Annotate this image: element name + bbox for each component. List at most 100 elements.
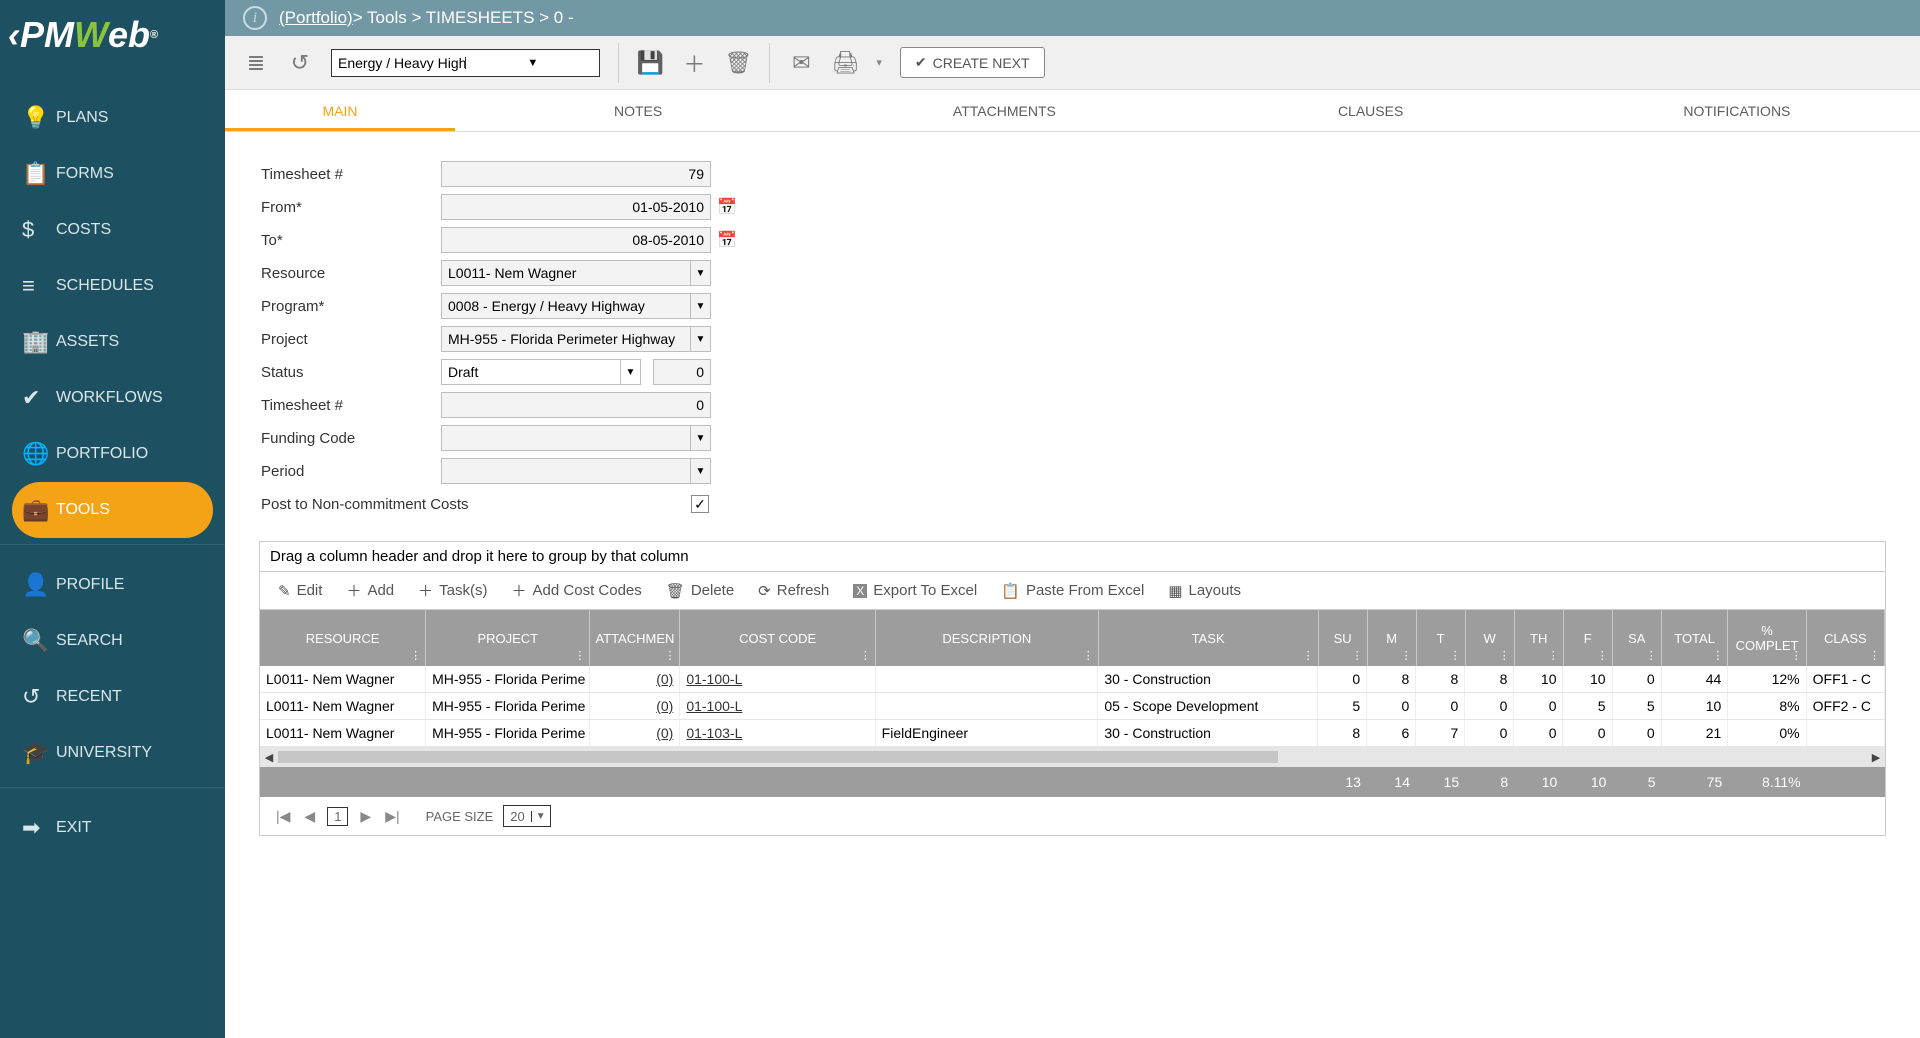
edit-button[interactable]: ✎Edit xyxy=(278,580,322,601)
sidebar-item-university[interactable]: 🎓UNIVERSITY xyxy=(0,725,225,781)
col-sa[interactable]: SA⋮ xyxy=(1613,610,1662,666)
sidebar-item-tools[interactable]: 💼TOOLS xyxy=(12,482,213,538)
col-class[interactable]: CLASS⋮ xyxy=(1807,610,1885,666)
sidebar-item-costs[interactable]: $COSTS xyxy=(0,202,225,258)
timesheet-number-input[interactable] xyxy=(441,161,711,187)
sidebar-item-assets[interactable]: 🏢ASSETS xyxy=(0,314,225,370)
chevron-down-icon: ▼ xyxy=(690,294,710,318)
col-resource[interactable]: RESOURCE⋮ xyxy=(260,610,426,666)
pager-first[interactable]: |◀ xyxy=(274,808,292,825)
col-w[interactable]: W⋮ xyxy=(1466,610,1515,666)
sidebar-item-schedules[interactable]: ≡SCHEDULES xyxy=(0,258,225,314)
resource-select[interactable]: L0011- Nem Wagner▼ xyxy=(441,260,711,286)
list-icon[interactable]: ≣ xyxy=(243,50,269,76)
status-select[interactable]: Draft▼ xyxy=(441,359,641,385)
table-row[interactable]: L0011- Nem WagnerMH-955 - Florida Perime… xyxy=(260,666,1885,693)
recent-icon: ↺ xyxy=(22,684,56,710)
col-th[interactable]: TH⋮ xyxy=(1515,610,1564,666)
col-project[interactable]: PROJECT⋮ xyxy=(426,610,590,666)
from-date-input[interactable] xyxy=(441,194,711,220)
tab-notifications[interactable]: NOTIFICATIONS xyxy=(1554,90,1920,131)
col-f[interactable]: F⋮ xyxy=(1564,610,1613,666)
col-m[interactable]: M⋮ xyxy=(1368,610,1417,666)
refresh-button[interactable]: ⟳Refresh xyxy=(758,580,829,601)
tab-attachments[interactable]: ATTACHMENTS xyxy=(821,90,1187,131)
plus-icon: ＋ xyxy=(346,580,361,601)
program-select[interactable]: 0008 - Energy / Heavy Highway▼ xyxy=(441,293,711,319)
pager-last[interactable]: ▶| xyxy=(383,808,401,825)
export-button[interactable]: XExport To Excel xyxy=(853,580,977,601)
col-costcode[interactable]: COST CODE⋮ xyxy=(680,610,875,666)
sidebar-item-forms[interactable]: 📋FORMS xyxy=(0,146,225,202)
search-icon: 🔍 xyxy=(22,628,56,654)
delete-button[interactable]: 🗑Delete xyxy=(666,580,734,601)
add-button[interactable]: ＋Add xyxy=(346,580,394,601)
project-select[interactable]: MH-955 - Florida Perimeter Highway▼ xyxy=(441,326,711,352)
scroll-right-icon[interactable]: ▶ xyxy=(1867,751,1885,764)
col-attachmen[interactable]: ATTACHMEN⋮ xyxy=(590,610,680,666)
sidebar-item-workflows[interactable]: ✔WORKFLOWS xyxy=(0,370,225,426)
add-costcodes-button[interactable]: ＋Add Cost Codes xyxy=(512,580,642,601)
tabs: MAINNOTESATTACHMENTSCLAUSESNOTIFICATIONS xyxy=(225,90,1920,132)
grid-toolbar: ✎Edit ＋Add ＋Task(s) ＋Add Cost Codes 🗑Del… xyxy=(260,572,1885,610)
pencil-icon: ✎ xyxy=(278,582,291,600)
col-description[interactable]: DESCRIPTION⋮ xyxy=(876,610,1099,666)
scroll-left-icon[interactable]: ◀ xyxy=(260,751,278,764)
university-icon: 🎓 xyxy=(22,740,56,766)
email-icon[interactable]: ✉ xyxy=(788,50,814,76)
post-checkbox[interactable]: ✓ xyxy=(691,495,709,513)
save-icon[interactable]: 💾 xyxy=(637,50,663,76)
timesheet-number2-input[interactable] xyxy=(441,392,711,418)
sidebar: ‹PMWeb® 💡PLANS📋FORMS$COSTS≡SCHEDULES🏢ASS… xyxy=(0,0,225,1038)
sidebar-item-profile[interactable]: 👤PROFILE xyxy=(0,557,225,613)
page-size-select[interactable]: 20▼ xyxy=(503,805,550,827)
calendar-icon[interactable]: 📅 xyxy=(717,230,737,250)
to-date-input[interactable] xyxy=(441,227,711,253)
sidebar-item-plans[interactable]: 💡PLANS xyxy=(0,90,225,146)
col-t[interactable]: T⋮ xyxy=(1417,610,1466,666)
chevron-down-icon: ▼ xyxy=(690,261,710,285)
sidebar-item-portfolio[interactable]: 🌐PORTFOLIO xyxy=(0,426,225,482)
print-chevron-icon[interactable]: ▾ xyxy=(876,56,882,69)
col-complet[interactable]: % COMPLET⋮ xyxy=(1728,610,1806,666)
sidebar-item-recent[interactable]: ↺RECENT xyxy=(0,669,225,725)
history-icon[interactable]: ↺ xyxy=(287,50,313,76)
tab-main[interactable]: MAIN xyxy=(225,90,455,131)
grid-hscroll[interactable]: ◀ ▶ xyxy=(260,747,1885,767)
chevron-down-icon: ▼ xyxy=(690,426,710,450)
print-icon[interactable]: 🖨 xyxy=(832,50,858,76)
assets-icon: 🏢 xyxy=(22,329,56,355)
create-next-button[interactable]: ✔CREATE NEXT xyxy=(900,47,1045,78)
layouts-button[interactable]: ▦Layouts xyxy=(1168,580,1241,601)
tasks-button[interactable]: ＋Task(s) xyxy=(418,580,487,601)
context-selector[interactable]: Energy / Heavy Highway-Florida Perin▼ xyxy=(331,49,600,77)
pager-prev[interactable]: ◀ xyxy=(302,808,317,825)
pager-next[interactable]: ▶ xyxy=(358,808,373,825)
funding-select[interactable]: ▼ xyxy=(441,425,711,451)
exit-icon: ➡ xyxy=(22,815,56,841)
table-row[interactable]: L0011- Nem WagnerMH-955 - Florida Perime… xyxy=(260,693,1885,720)
table-row[interactable]: L0011- Nem WagnerMH-955 - Florida Perime… xyxy=(260,720,1885,747)
col-task[interactable]: TASK⋮ xyxy=(1099,610,1319,666)
breadcrumb-portfolio[interactable]: (Portfolio) xyxy=(279,8,353,28)
sidebar-exit[interactable]: ➡EXIT xyxy=(0,800,225,856)
tab-notes[interactable]: NOTES xyxy=(455,90,821,131)
sidebar-item-search[interactable]: 🔍SEARCH xyxy=(0,613,225,669)
info-icon[interactable]: i xyxy=(243,6,267,30)
group-hint[interactable]: Drag a column header and drop it here to… xyxy=(260,542,1885,572)
period-select[interactable]: ▼ xyxy=(441,458,711,484)
plans-icon: 💡 xyxy=(22,105,56,131)
paste-button[interactable]: 📋Paste From Excel xyxy=(1001,580,1144,601)
excel-icon: X xyxy=(853,584,867,598)
col-total[interactable]: TOTAL⋮ xyxy=(1662,610,1729,666)
logo[interactable]: ‹PMWeb® xyxy=(0,0,225,70)
delete-icon[interactable]: 🗑 xyxy=(725,50,751,76)
status-value[interactable] xyxy=(653,359,711,385)
profile-icon: 👤 xyxy=(22,572,56,598)
col-su[interactable]: SU⋮ xyxy=(1319,610,1368,666)
add-icon[interactable]: ＋ xyxy=(681,50,707,76)
plus-icon: ＋ xyxy=(512,580,527,601)
tab-clauses[interactable]: CLAUSES xyxy=(1188,90,1554,131)
calendar-icon[interactable]: 📅 xyxy=(717,197,737,217)
trash-icon: 🗑 xyxy=(666,582,685,600)
